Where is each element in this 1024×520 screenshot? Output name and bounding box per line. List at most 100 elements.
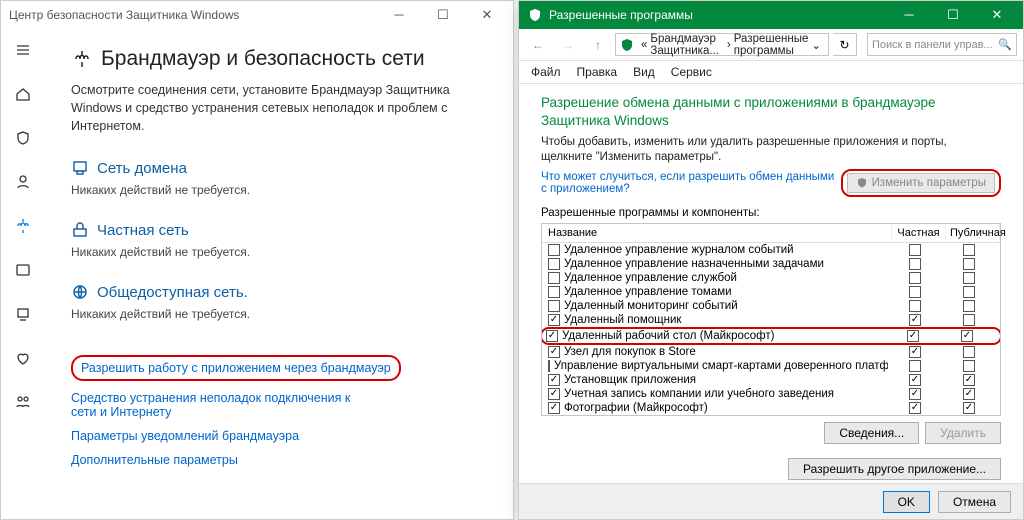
checkbox[interactable]: ✓ <box>909 374 921 386</box>
private-network-section[interactable]: Частная сеть Никаких действий не требует… <box>71 221 487 259</box>
app-control-icon[interactable] <box>1 255 45 285</box>
close-button[interactable]: ✕ <box>465 1 509 29</box>
account-icon[interactable] <box>1 167 45 197</box>
checkbox[interactable]: ✓ <box>909 388 921 400</box>
column-public[interactable]: Публичная <box>946 224 1000 242</box>
shield-icon[interactable] <box>1 123 45 153</box>
checkbox[interactable] <box>909 244 921 256</box>
notification-settings-link[interactable]: Параметры уведомлений брандмауэра <box>71 429 487 443</box>
checkbox[interactable]: ✓ <box>548 346 560 358</box>
firewall-icon[interactable] <box>1 211 45 241</box>
checkbox[interactable] <box>963 286 975 298</box>
table-row[interactable]: ✓Удаленный помощник✓ <box>542 313 1000 327</box>
minimize-button[interactable]: ─ <box>887 1 931 29</box>
checkbox[interactable] <box>963 258 975 270</box>
table-row[interactable]: Удаленное управление журналом событий <box>542 243 1000 257</box>
titlebar-right: Разрешенные программы ─ ☐ ✕ <box>519 1 1023 29</box>
table-row[interactable]: ✓Учетная запись компании или учебного за… <box>542 387 1000 401</box>
menu-icon[interactable] <box>1 35 45 65</box>
checkbox[interactable]: ✓ <box>546 330 558 342</box>
menu-view[interactable]: Вид <box>633 65 655 79</box>
checkbox[interactable] <box>963 272 975 284</box>
checkbox[interactable]: ✓ <box>548 314 560 326</box>
checkbox[interactable]: ✓ <box>963 402 975 414</box>
checkbox[interactable]: ✓ <box>909 402 921 414</box>
checkbox[interactable] <box>548 272 560 284</box>
checkbox[interactable]: ✓ <box>961 330 973 342</box>
checkbox[interactable]: ✓ <box>548 402 560 414</box>
close-button[interactable]: ✕ <box>975 1 1019 29</box>
allow-another-app-button[interactable]: Разрешить другое приложение... <box>788 458 1001 480</box>
public-network-title: Общедоступная сеть. <box>97 284 248 301</box>
refresh-button[interactable]: ↻ <box>833 33 857 56</box>
family-icon[interactable] <box>1 387 45 417</box>
row-label: Узел для покупок в Store <box>564 346 696 358</box>
maximize-button[interactable]: ☐ <box>421 1 465 29</box>
checkbox[interactable] <box>548 360 550 372</box>
checkbox[interactable] <box>548 286 560 298</box>
checkbox[interactable]: ✓ <box>909 346 921 358</box>
table-row[interactable]: Удаленное управление назначенными задача… <box>542 257 1000 271</box>
breadcrumb[interactable]: « Брандмауэр Защитника... › Разрешенные … <box>615 33 829 56</box>
what-can-happen-link[interactable]: Что может случиться, если разрешить обме… <box>541 171 841 195</box>
table-row[interactable]: Удаленное управление томами <box>542 285 1000 299</box>
minimize-button[interactable]: ─ <box>377 1 421 29</box>
change-settings-button[interactable]: Изменить параметры <box>847 173 995 193</box>
device-security-icon[interactable] <box>1 299 45 329</box>
home-icon[interactable] <box>1 79 45 109</box>
health-icon[interactable] <box>1 343 45 373</box>
checkbox[interactable] <box>548 300 560 312</box>
checkbox[interactable] <box>909 286 921 298</box>
public-network-sub: Никаких действий не требуется. <box>71 307 487 321</box>
menu-file[interactable]: Файл <box>531 65 561 79</box>
row-label: Удаленное управление журналом событий <box>564 244 794 256</box>
checkbox[interactable] <box>909 258 921 270</box>
back-button[interactable]: ← <box>525 32 551 58</box>
row-label: Удаленный мониторинг событий <box>564 300 738 312</box>
checkbox[interactable] <box>909 300 921 312</box>
checkbox[interactable] <box>909 360 921 372</box>
checkbox[interactable] <box>963 360 975 372</box>
column-name[interactable]: Название <box>542 224 892 242</box>
row-label: Установщик приложения <box>564 374 696 386</box>
troubleshoot-link[interactable]: Средство устранения неполадок подключени… <box>71 391 371 419</box>
table-row[interactable]: ✓ Узел для покупок в Store ✓ <box>542 345 1000 359</box>
ok-button[interactable]: OK <box>883 491 930 513</box>
column-private[interactable]: Частная <box>892 224 946 242</box>
menu-edit[interactable]: Правка <box>577 65 618 79</box>
checkbox[interactable]: ✓ <box>963 388 975 400</box>
domain-network-section[interactable]: Сеть домена Никаких действий не требуетс… <box>71 159 487 197</box>
menu-service[interactable]: Сервис <box>671 65 712 79</box>
table-row[interactable]: ✓Удаленный рабочий стол (Майкрософт)✓✓ <box>542 327 1000 345</box>
forward-button[interactable]: → <box>555 32 581 58</box>
checkbox[interactable] <box>909 272 921 284</box>
titlebar-left: Центр безопасности Защитника Windows ─ ☐… <box>1 1 513 29</box>
checkbox[interactable] <box>963 244 975 256</box>
up-button[interactable]: ↑ <box>585 32 611 58</box>
checkbox[interactable]: ✓ <box>963 374 975 386</box>
table-row[interactable]: Управление виртуальными смарт-картами до… <box>542 359 1000 373</box>
details-button[interactable]: Сведения... <box>824 422 919 444</box>
checkbox[interactable] <box>963 314 975 326</box>
advanced-settings-link[interactable]: Дополнительные параметры <box>71 453 487 467</box>
checkbox[interactable] <box>548 244 560 256</box>
maximize-button[interactable]: ☐ <box>931 1 975 29</box>
table-row[interactable]: ✓Фотографии (Майкрософт)✓✓ <box>542 401 1000 415</box>
table-row[interactable]: Удаленное управление службой <box>542 271 1000 285</box>
checkbox[interactable] <box>548 258 560 270</box>
checkbox[interactable] <box>963 346 975 358</box>
checkbox[interactable]: ✓ <box>907 330 919 342</box>
window-title: Центр безопасности Защитника Windows <box>9 8 377 22</box>
public-network-section[interactable]: Общедоступная сеть. Никаких действий не … <box>71 283 487 321</box>
allow-app-through-firewall-link[interactable]: Разрешить работу с приложением через бра… <box>71 355 401 381</box>
table-row[interactable]: ✓ Установщик приложения ✓ ✓ <box>542 373 1000 387</box>
cancel-button[interactable]: Отмена <box>938 491 1011 513</box>
search-input[interactable]: Поиск в панели управ... 🔍 <box>867 33 1017 56</box>
list-label: Разрешенные программы и компоненты: <box>541 207 1001 219</box>
checkbox[interactable]: ✓ <box>548 374 560 386</box>
checkbox[interactable]: ✓ <box>909 314 921 326</box>
table-row[interactable]: Удаленный мониторинг событий <box>542 299 1000 313</box>
checkbox[interactable]: ✓ <box>548 388 560 400</box>
checkbox[interactable] <box>963 300 975 312</box>
chevron-down-icon[interactable]: ⌄ <box>811 38 821 52</box>
